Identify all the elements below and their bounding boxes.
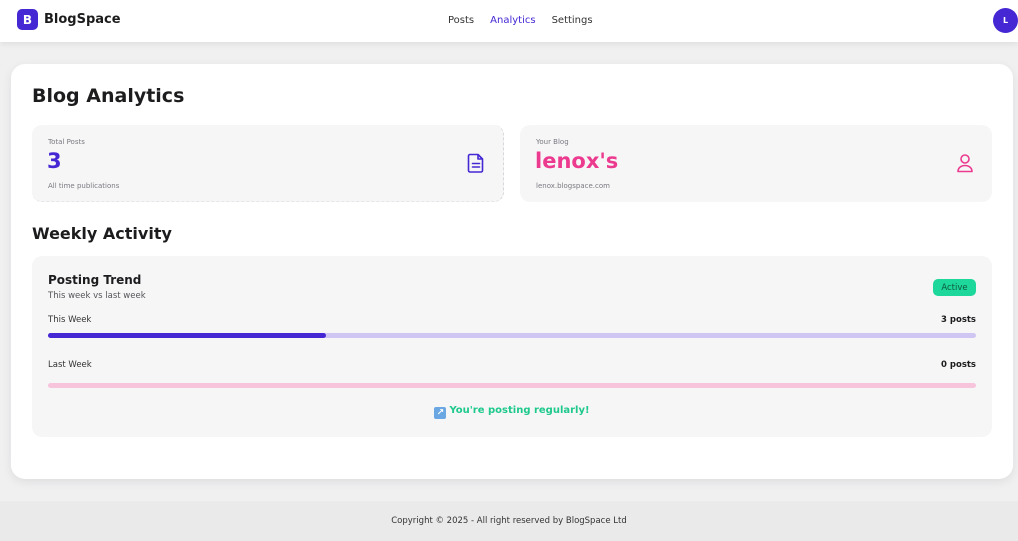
total-posts-sub: All time publications — [48, 182, 120, 190]
your-blog-url: lenox.blogspace.com — [536, 182, 610, 190]
footer-copyright: Copyright © 2025 - All right reserved by… — [391, 516, 627, 526]
total-posts-value: 3 — [47, 149, 62, 173]
this-week-label: This Week — [48, 315, 92, 325]
weekly-activity-title: Weekly Activity — [32, 224, 172, 243]
top-navbar: B BlogSpace Posts Analytics Settings L — [0, 0, 1018, 42]
this-week-value: 3 posts — [941, 315, 976, 325]
trending-up-icon: ↗ — [434, 407, 447, 419]
posting-message: ↗ You're posting regularly! — [32, 405, 992, 419]
nav-settings[interactable]: Settings — [552, 15, 593, 26]
your-blog-value: lenox's — [535, 149, 619, 173]
nav-analytics[interactable]: Analytics — [490, 15, 535, 26]
brand-logo: B — [17, 9, 38, 30]
last-week-progress — [48, 383, 976, 388]
total-posts-label: Total Posts — [48, 138, 85, 146]
page-title: Blog Analytics — [32, 85, 185, 107]
posting-trend-subtitle: This week vs last week — [48, 291, 146, 301]
status-badge: Active — [933, 279, 976, 296]
brand[interactable]: B BlogSpace — [17, 9, 121, 30]
posting-message-text: You're posting regularly! — [449, 405, 590, 416]
this-week-progress-fill — [48, 333, 327, 338]
total-posts-stat: Total Posts 3 All time publications — [32, 125, 504, 202]
last-week-label: Last Week — [48, 360, 92, 370]
posting-trend-card: Posting Trend This week vs last week Act… — [32, 256, 992, 437]
analytics-card: Blog Analytics Total Posts 3 All time pu… — [11, 64, 1013, 479]
brand-name: BlogSpace — [44, 12, 121, 27]
your-blog-label: Your Blog — [536, 138, 569, 146]
main-nav: Posts Analytics Settings — [448, 15, 609, 26]
user-icon — [957, 154, 973, 173]
footer: Copyright © 2025 - All right reserved by… — [0, 501, 1018, 541]
last-week-value: 0 posts — [941, 360, 976, 370]
document-icon — [467, 153, 484, 173]
user-avatar[interactable]: L — [993, 8, 1018, 33]
this-week-progress — [48, 333, 976, 338]
your-blog-stat: Your Blog lenox's lenox.blogspace.com — [520, 125, 992, 202]
posting-trend-title: Posting Trend — [48, 273, 142, 287]
nav-posts[interactable]: Posts — [448, 15, 474, 26]
